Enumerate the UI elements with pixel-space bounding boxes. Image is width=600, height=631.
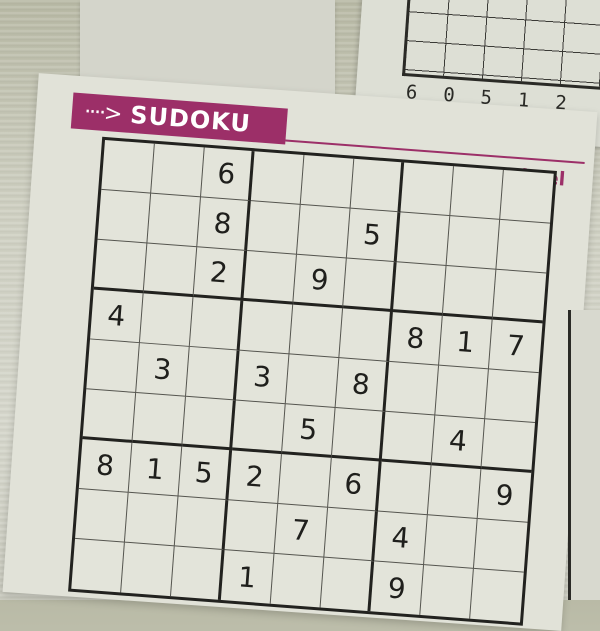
sudoku-cell: 6 (328, 457, 382, 512)
sudoku-cell (71, 538, 125, 593)
sudoku-cell: 1 (439, 315, 493, 370)
sudoku-cell: 9 (370, 561, 425, 615)
sudoku-cell (189, 297, 244, 351)
sudoku-cell: 2 (228, 450, 282, 505)
sudoku-cell (324, 507, 378, 562)
sudoku-cell: 9 (293, 254, 347, 309)
sudoku-cell: 3 (235, 350, 290, 405)
sudoku-cell (500, 169, 554, 224)
sudoku-cell (381, 411, 436, 466)
sudoku-cell (300, 154, 355, 209)
sudoku-cell (496, 219, 550, 274)
sudoku-cell (121, 542, 175, 597)
sudoku-cell: 7 (488, 319, 543, 374)
sudoku-cell (86, 339, 140, 394)
sudoku-grid: 685294817338548152697419 (68, 136, 557, 626)
sudoku-cell: 4 (374, 511, 428, 566)
sudoku-cell (396, 212, 451, 266)
sudoku-cell: 4 (90, 289, 144, 344)
sudoku-cell: 1 (220, 550, 275, 604)
sudoku-cell (124, 492, 179, 547)
sudoku-cell: 2 (193, 247, 248, 301)
sudoku-cell: 5 (346, 208, 401, 263)
sudoku-cell (232, 400, 286, 455)
sudoku-cell (224, 500, 279, 554)
sudoku-cell (470, 569, 524, 623)
sudoku-cell (75, 489, 129, 543)
sudoku-puzzle: ····> SUDOKU mittel 68529481733854815269… (68, 92, 585, 626)
sudoku-cell (147, 193, 201, 248)
sudoku-cell (492, 269, 547, 324)
sudoku-cell (174, 496, 229, 551)
sudoku-cell (139, 293, 194, 347)
sudoku-cell (289, 304, 344, 359)
sudoku-cell (170, 546, 225, 600)
sudoku-cell (435, 365, 489, 420)
sudoku-cell: 9 (477, 469, 532, 523)
sudoku-cell: 5 (178, 446, 233, 501)
sudoku-cell (285, 354, 340, 409)
puzzle-title: SUDOKU (129, 100, 252, 138)
sudoku-cell (143, 243, 198, 298)
sudoku-cell (424, 515, 478, 569)
sudoku-cell (331, 408, 386, 462)
sudoku-cell (442, 265, 497, 320)
sudoku-cell: 8 (389, 312, 443, 366)
sudoku-cell (320, 557, 375, 612)
sudoku-cell (243, 250, 297, 305)
sudoku-cell (339, 308, 393, 362)
sudoku-cell (93, 239, 148, 294)
sudoku-cell (481, 419, 535, 473)
sudoku-cell (101, 140, 155, 194)
sudoku-cell (97, 189, 152, 244)
sudoku-cell (473, 519, 528, 573)
sudoku-cell: 6 (200, 147, 255, 202)
sudoku-cell: 8 (197, 197, 251, 251)
sudoku-cell (182, 396, 236, 451)
sudoku-cell (343, 258, 397, 313)
sudoku-cell (385, 361, 440, 416)
sudoku-cell (400, 162, 455, 217)
sudoku-cell (392, 262, 447, 316)
sudoku-cell (350, 158, 405, 213)
sudoku-cell (270, 553, 325, 608)
sudoku-cell (250, 151, 305, 205)
sudoku-cell (420, 565, 474, 619)
sudoku-cell (450, 166, 504, 220)
sudoku-cell (82, 389, 137, 443)
arrow-icon: ····> (83, 98, 122, 127)
sudoku-cell (377, 461, 432, 516)
sudoku-cell: 7 (274, 504, 329, 558)
sudoku-cell (239, 300, 294, 355)
sudoku-cell (278, 454, 332, 508)
sudoku-cell (296, 204, 351, 259)
sudoku-cell: 1 (128, 442, 183, 497)
adjacent-puzzle-edge (568, 310, 600, 600)
sudoku-cell: 8 (335, 358, 390, 412)
sudoku-cell (485, 369, 539, 424)
sudoku-cell (446, 216, 501, 270)
sudoku-cell (427, 465, 482, 520)
sudoku-cell: 5 (281, 404, 336, 458)
other-puzzle-grid (402, 0, 600, 93)
sudoku-cell: 3 (136, 343, 190, 397)
sudoku-cell (185, 346, 240, 401)
sudoku-cell: 8 (78, 439, 133, 493)
sudoku-cell: 4 (431, 415, 486, 470)
sudoku-cell (151, 143, 205, 198)
sudoku-cell (132, 393, 186, 447)
sudoku-cell (247, 201, 301, 255)
